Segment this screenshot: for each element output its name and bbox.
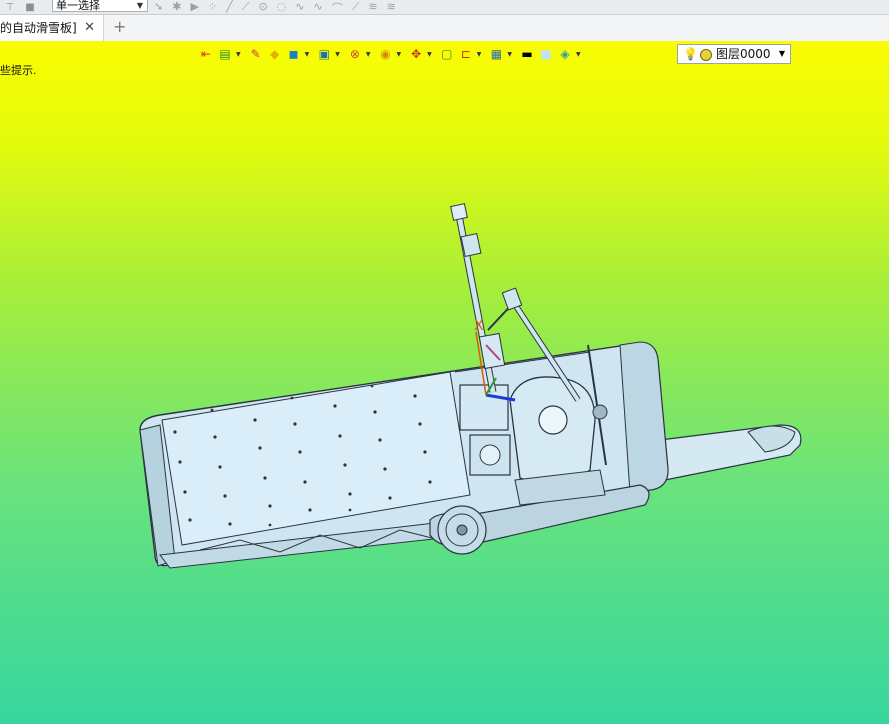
engine-cover: [538, 405, 568, 435]
rear-bearing: [592, 404, 608, 420]
snowboard-model[interactable]: X: [0, 0, 889, 724]
handle-clamp: [460, 232, 482, 258]
controller-knob: [479, 444, 501, 466]
x-axis-label: X: [474, 318, 484, 334]
gearbox[interactable]: [459, 384, 509, 431]
handle-cap[interactable]: [450, 203, 468, 221]
pivot-joint: [501, 287, 523, 311]
sprocket-hub: [456, 524, 468, 536]
